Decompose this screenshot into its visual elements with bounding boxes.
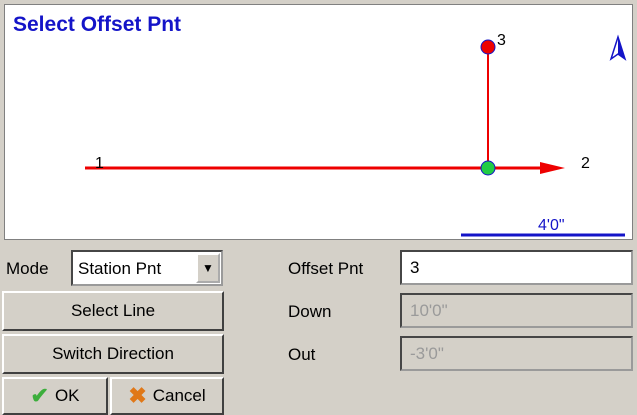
select-line-label: Select Line [70, 301, 156, 320]
dropdown-arrow-icon[interactable]: ▼ [196, 253, 220, 283]
direction-arrow [540, 162, 565, 174]
switch-direction-label: Switch Direction [52, 344, 174, 363]
cancel-icon: ✖ [128, 383, 147, 408]
drawing-svg[interactable]: 1 2 3 4'0" [5, 5, 633, 240]
point-label-3: 3 [497, 32, 506, 49]
ok-button[interactable]: ✔ OK [2, 377, 108, 415]
cancel-button[interactable]: ✖ Cancel [110, 377, 224, 415]
out-field: -3'0" [400, 336, 633, 371]
point-label-2: 2 [581, 155, 590, 172]
down-field: 10'0" [400, 293, 633, 328]
drawing-canvas[interactable]: Select Offset Pnt 1 2 3 4'0" [4, 4, 633, 240]
mode-select[interactable]: Station Pnt ▼ [71, 250, 223, 286]
ok-label: OK [54, 386, 80, 405]
out-label: Out [288, 345, 316, 364]
mode-label: Mode [6, 259, 49, 278]
offset-pnt-label: Offset Pnt [288, 259, 364, 278]
offset-point[interactable] [480, 39, 496, 55]
point-label-1: 1 [95, 155, 104, 172]
select-line-button[interactable]: Select Line [2, 291, 224, 331]
station-point[interactable] [480, 160, 496, 176]
check-icon: ✔ [30, 383, 49, 408]
down-label: Down [288, 302, 332, 321]
offset-pnt-field[interactable]: 3 [400, 250, 633, 285]
scale-label: 4'0" [538, 217, 565, 234]
north-arrow-icon [609, 34, 627, 61]
switch-direction-button[interactable]: Switch Direction [2, 334, 224, 374]
cancel-label: Cancel [152, 386, 206, 405]
mode-select-value: Station Pnt [78, 259, 162, 278]
